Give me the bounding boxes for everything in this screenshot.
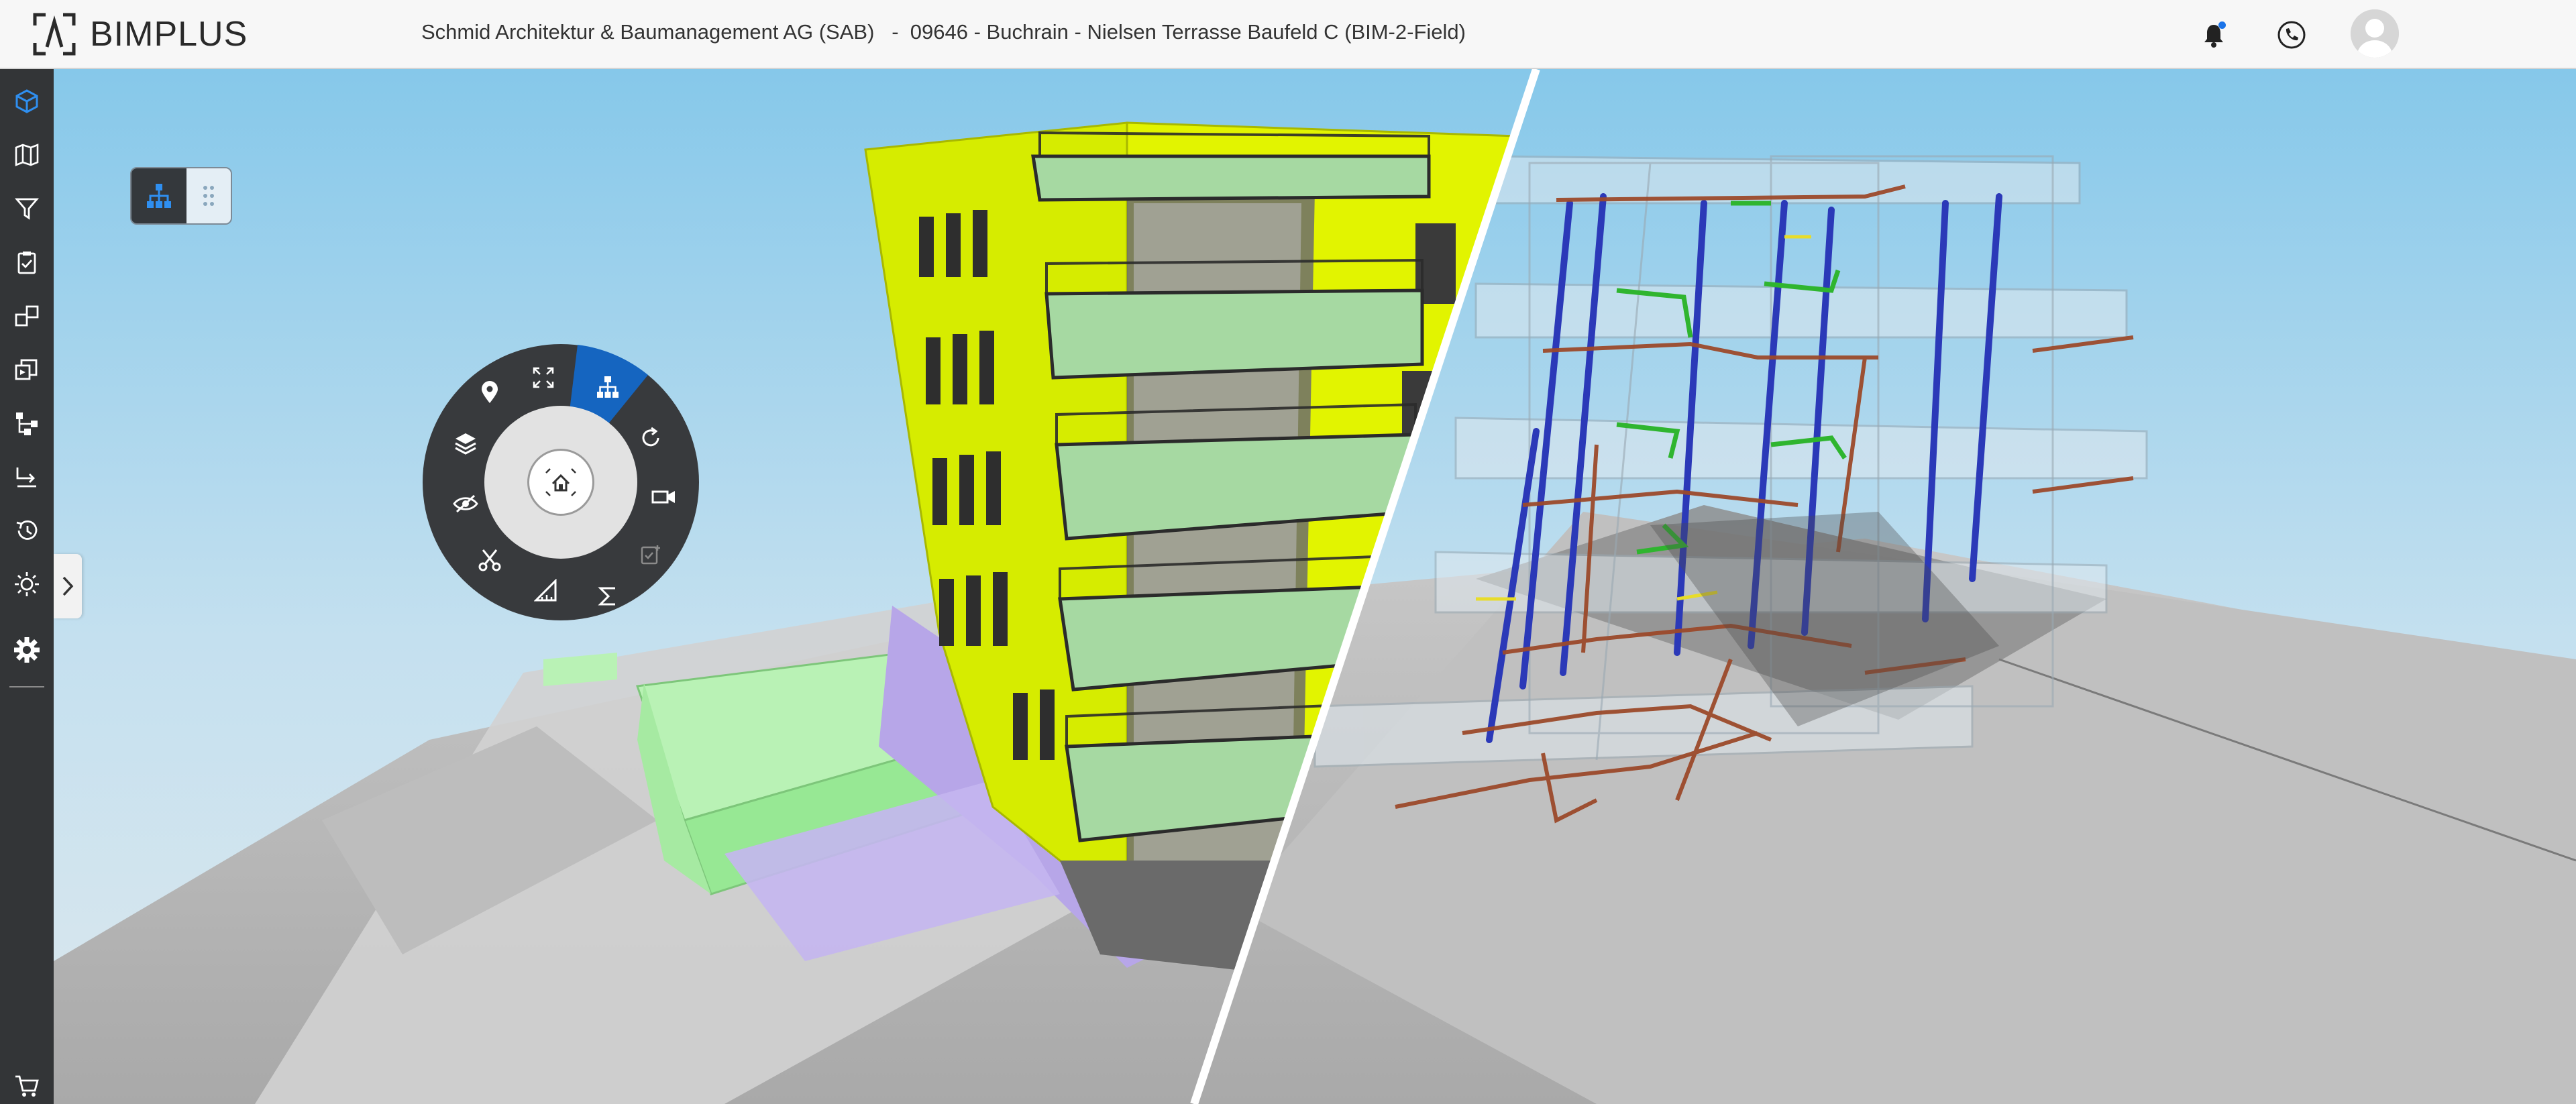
- radial-camera[interactable]: [648, 481, 680, 513]
- chevron-right-icon: [62, 576, 74, 596]
- support-phone-button[interactable]: [2273, 16, 2310, 54]
- bimplus-logo-mark: [33, 13, 76, 56]
- sidebar-item-slides[interactable]: [7, 349, 47, 390]
- add-task-icon: [641, 545, 660, 565]
- radial-rotate[interactable]: [635, 422, 667, 454]
- sidebar-item-hierarchy[interactable]: [7, 403, 47, 443]
- 3d-model-icon: [15, 89, 38, 113]
- measure-icon: [534, 579, 557, 602]
- radial-location[interactable]: [474, 376, 506, 408]
- compare-icon: [15, 305, 39, 327]
- brand-name: BIMPLUS: [90, 15, 248, 54]
- left-sidebar: [0, 69, 54, 1104]
- viewer-toolbox: [130, 167, 232, 225]
- structure-tool-button[interactable]: [131, 168, 186, 223]
- sidebar-divider: [9, 686, 44, 687]
- map-icon: [15, 144, 39, 166]
- sidebar-item-filter[interactable]: [7, 188, 47, 229]
- bimplus-logo[interactable]: BIMPLUS: [32, 12, 248, 56]
- sidebar-item-3d-model[interactable]: [7, 81, 47, 121]
- sidebar-item-tasks[interactable]: [7, 242, 47, 282]
- rotate-icon: [642, 427, 659, 447]
- clip-icon: [478, 549, 501, 571]
- sidebar-item-shop[interactable]: [7, 1066, 47, 1104]
- history-icon: [16, 520, 38, 540]
- radial-layers[interactable]: [449, 427, 482, 459]
- clipboard-check-icon: [17, 252, 36, 274]
- sidebar-item-map[interactable]: [7, 135, 47, 175]
- radial-structure[interactable]: [592, 371, 624, 403]
- radial-add-task[interactable]: [635, 539, 667, 571]
- radial-fit-view[interactable]: [527, 362, 559, 394]
- structure-icon: [597, 376, 619, 398]
- radial-sum[interactable]: [592, 580, 624, 612]
- hierarchy-tree-icon: [16, 412, 38, 435]
- location-pin-icon: [482, 381, 498, 403]
- brightness-icon: [15, 572, 39, 596]
- indent-list-icon: [16, 467, 36, 488]
- structure-tree-icon: [147, 184, 171, 208]
- radial-menu: [421, 343, 700, 622]
- hide-icon: [453, 494, 478, 513]
- cart-icon: [15, 1075, 39, 1097]
- home-view-button[interactable]: [527, 449, 594, 516]
- filter-icon: [14, 198, 40, 220]
- slides-icon: [15, 359, 38, 380]
- notifications-button[interactable]: [2195, 16, 2233, 54]
- toolbox-drag-handle[interactable]: [186, 168, 231, 223]
- radial-measure[interactable]: [530, 575, 562, 607]
- project-title[interactable]: Schmid Architektur & Baumanagement AG (S…: [421, 20, 1466, 44]
- sum-icon: [598, 587, 615, 606]
- layers-icon: [455, 433, 476, 455]
- 3d-viewport[interactable]: [54, 69, 2576, 1104]
- camera-icon: [651, 490, 675, 504]
- sidebar-item-history[interactable]: [7, 510, 47, 551]
- settings-icon: [14, 637, 40, 663]
- notification-badge: [2218, 21, 2226, 29]
- drag-handle-icon: [203, 186, 214, 206]
- fit-view-icon: [533, 367, 554, 388]
- user-avatar-icon: [2351, 9, 2399, 58]
- app-header: BIMPLUS Schmid Architektur & Baumanageme…: [0, 0, 2576, 69]
- user-avatar[interactable]: [2351, 9, 2399, 58]
- radial-hide[interactable]: [449, 488, 482, 520]
- sidebar-item-structure[interactable]: [7, 457, 47, 497]
- home-view-icon: [545, 468, 576, 496]
- sidebar-item-settings[interactable]: [7, 630, 47, 670]
- radial-clip[interactable]: [474, 544, 506, 576]
- sidebar-item-lighting[interactable]: [7, 564, 47, 604]
- phone-icon: [2277, 21, 2306, 49]
- sidebar-item-compare[interactable]: [7, 296, 47, 336]
- sidebar-expand-button[interactable]: [54, 554, 82, 618]
